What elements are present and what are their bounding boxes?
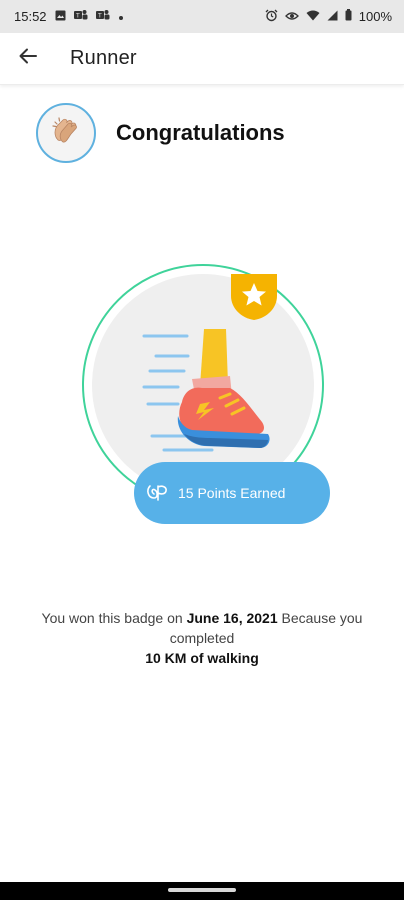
points-logo-icon [146, 482, 170, 505]
badge-date: June 16, 2021 [186, 610, 278, 626]
congratulations-title: Congratulations [116, 120, 285, 145]
navigation-bar [0, 882, 404, 900]
congratulations-header: Congratulations [36, 103, 285, 163]
battery-percent: 100% [358, 9, 392, 24]
status-left: 15:52 T T [14, 9, 124, 24]
back-button[interactable] [0, 33, 56, 85]
battery-icon [345, 9, 352, 24]
eye-icon [284, 9, 299, 24]
status-right: 100% [265, 9, 392, 25]
alarm-icon [265, 9, 278, 25]
clapping-hands-icon [49, 114, 83, 153]
signal-icon [327, 9, 338, 24]
wifi-icon [306, 9, 320, 24]
page-title: Runner [70, 47, 137, 69]
image-icon [55, 9, 66, 24]
teams-icon: T [73, 9, 88, 24]
star-icon [231, 274, 277, 320]
avatar [36, 103, 96, 163]
status-bar: 15:52 T T 100% [0, 0, 404, 33]
arrow-left-icon [19, 48, 37, 69]
app-bar: Runner [0, 33, 404, 85]
points-label: 15 Points Earned [178, 485, 286, 501]
badge-description: You won this badge on June 16, 2021 Beca… [40, 608, 364, 668]
dot-icon [118, 9, 124, 24]
message-prefix: You won this badge on [41, 610, 187, 626]
points-earned-pill: 15 Points Earned [134, 462, 330, 524]
svg-text:T: T [97, 13, 102, 20]
svg-text:T: T [75, 13, 80, 20]
achievement-text: 10 KM of walking [145, 650, 259, 666]
home-indicator[interactable] [168, 888, 236, 892]
teams-icon: T [95, 9, 110, 24]
status-time: 15:52 [14, 9, 47, 24]
